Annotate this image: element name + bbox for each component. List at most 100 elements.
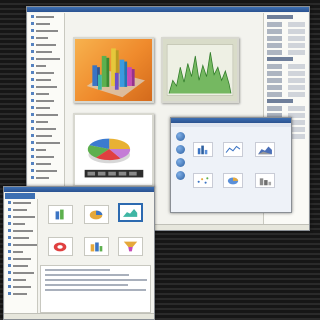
tree-item[interactable] bbox=[5, 220, 37, 227]
gallery-tile-column[interactable] bbox=[255, 173, 275, 188]
folder-icon bbox=[31, 134, 34, 137]
tree-item[interactable] bbox=[5, 213, 37, 220]
list-item[interactable] bbox=[45, 289, 147, 291]
chart-thumbnail-area[interactable] bbox=[161, 37, 239, 103]
list-item[interactable] bbox=[45, 279, 148, 281]
tree-item[interactable] bbox=[28, 174, 64, 181]
property-group-header bbox=[267, 15, 294, 19]
property-row[interactable] bbox=[267, 36, 305, 41]
tree-item[interactable] bbox=[28, 160, 64, 167]
tree-item[interactable] bbox=[5, 206, 37, 213]
gallery-tile-bar[interactable] bbox=[193, 142, 213, 157]
folder-icon bbox=[8, 229, 11, 232]
property-row[interactable] bbox=[267, 71, 305, 76]
title-bar bbox=[27, 7, 309, 12]
area-3d-icon bbox=[258, 146, 272, 155]
folder-icon bbox=[8, 208, 11, 211]
tree-item[interactable] bbox=[5, 269, 37, 276]
tree-item[interactable] bbox=[5, 234, 37, 241]
tree-item[interactable] bbox=[28, 62, 64, 69]
chart-thumbnail-pie[interactable] bbox=[73, 113, 154, 187]
property-row[interactable] bbox=[267, 92, 305, 97]
pie-chart-small-icon bbox=[89, 210, 103, 220]
property-row[interactable] bbox=[267, 43, 305, 48]
tree-item[interactable] bbox=[28, 139, 64, 146]
folder-icon bbox=[8, 243, 11, 246]
tree-item[interactable] bbox=[5, 255, 37, 262]
tree-item[interactable] bbox=[28, 97, 64, 104]
property-row[interactable] bbox=[267, 22, 305, 27]
tree-item-label bbox=[36, 22, 50, 25]
gallery-tile-pie[interactable] bbox=[223, 173, 243, 188]
tree-item-label bbox=[13, 278, 26, 281]
result-tile-bar[interactable] bbox=[48, 205, 73, 224]
list-item[interactable] bbox=[45, 284, 128, 286]
tree-item[interactable] bbox=[5, 290, 37, 297]
list-item[interactable] bbox=[45, 274, 129, 276]
property-row[interactable] bbox=[267, 64, 305, 69]
gallery-status-bar bbox=[4, 313, 154, 319]
tree-item[interactable] bbox=[28, 104, 64, 111]
result-tile-pie[interactable] bbox=[84, 205, 109, 224]
tree-item[interactable] bbox=[28, 111, 64, 118]
tree-item[interactable] bbox=[28, 34, 64, 41]
property-group-header bbox=[267, 57, 294, 61]
gallery-tile-area[interactable] bbox=[255, 142, 275, 157]
tree-item[interactable] bbox=[5, 227, 37, 234]
result-tile-selected[interactable] bbox=[118, 203, 143, 222]
folder-icon bbox=[8, 264, 11, 267]
folder-icon bbox=[31, 57, 34, 60]
tree-item[interactable] bbox=[28, 13, 64, 20]
chart-type-list[interactable] bbox=[176, 132, 186, 184]
tree-item[interactable] bbox=[5, 283, 37, 290]
tree-item[interactable] bbox=[5, 262, 37, 269]
result-tile-stacked[interactable] bbox=[84, 237, 109, 256]
list-item[interactable] bbox=[45, 269, 111, 271]
folder-icon bbox=[31, 99, 34, 102]
folder-icon bbox=[8, 215, 11, 218]
property-row[interactable] bbox=[267, 85, 305, 90]
folder-icon bbox=[8, 222, 11, 225]
tree-item-label bbox=[36, 120, 48, 123]
tree-item-label bbox=[13, 264, 28, 267]
tree-item-label bbox=[36, 64, 46, 67]
property-row[interactable] bbox=[267, 106, 305, 111]
tree-item[interactable] bbox=[28, 20, 64, 27]
property-row[interactable] bbox=[267, 50, 305, 55]
tree-item[interactable] bbox=[28, 48, 64, 55]
tree-item[interactable] bbox=[5, 199, 37, 206]
tree-item[interactable] bbox=[28, 132, 64, 139]
property-row[interactable] bbox=[267, 29, 305, 34]
tree-item[interactable] bbox=[5, 276, 37, 283]
tree-item[interactable] bbox=[28, 146, 64, 153]
chart-thumbnail-3d-bar[interactable] bbox=[73, 37, 154, 103]
tree-item[interactable] bbox=[28, 118, 64, 125]
property-row[interactable] bbox=[267, 78, 305, 83]
tree-item[interactable] bbox=[28, 90, 64, 97]
tree-item-label bbox=[36, 113, 58, 116]
tree-item[interactable] bbox=[28, 69, 64, 76]
tree-item[interactable] bbox=[28, 153, 64, 160]
tree-item[interactable] bbox=[28, 27, 64, 34]
tree-item[interactable] bbox=[5, 248, 37, 255]
tree-item[interactable] bbox=[28, 125, 64, 132]
tree-item[interactable] bbox=[28, 167, 64, 174]
tree-item-label bbox=[36, 43, 56, 46]
result-tile-funnel[interactable] bbox=[118, 237, 143, 256]
tree-item[interactable] bbox=[28, 76, 64, 83]
line-chart-icon bbox=[225, 145, 241, 153]
gallery-tile-line[interactable] bbox=[223, 142, 243, 157]
tree-item[interactable] bbox=[28, 55, 64, 62]
tree-item[interactable] bbox=[28, 83, 64, 90]
folder-icon bbox=[31, 148, 34, 151]
folder-icon bbox=[31, 120, 34, 123]
folder-icon bbox=[8, 257, 11, 260]
tree-item[interactable] bbox=[5, 241, 37, 248]
gallery-tile-scatter[interactable] bbox=[193, 173, 213, 188]
tree-item[interactable] bbox=[28, 41, 64, 48]
bar-chart-3d-icon bbox=[86, 48, 145, 98]
folder-icon bbox=[31, 15, 34, 18]
gallery-sidebar-tree[interactable] bbox=[5, 199, 38, 318]
result-tile-donut[interactable] bbox=[48, 237, 73, 256]
output-list[interactable] bbox=[40, 265, 151, 313]
